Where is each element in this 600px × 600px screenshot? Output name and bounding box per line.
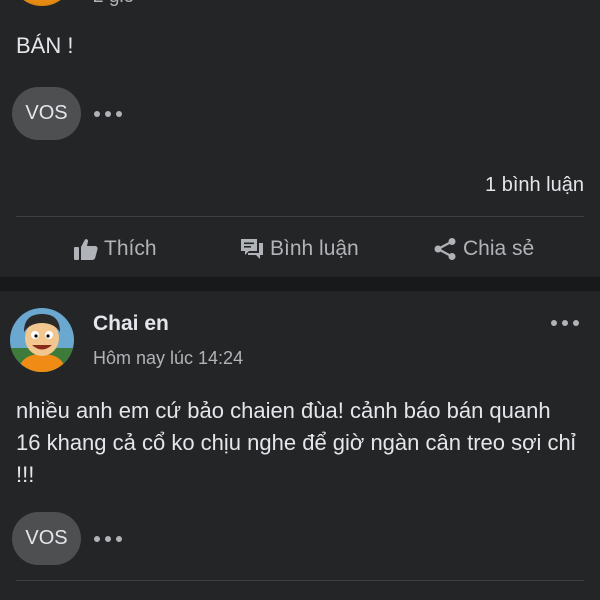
comment-button[interactable]: Bình luận bbox=[240, 228, 359, 270]
share-icon bbox=[433, 237, 457, 261]
action-bar: Thích Bình luận Chia sẻ bbox=[0, 228, 600, 270]
share-label: Chia sẻ bbox=[463, 237, 535, 260]
like-button[interactable]: Thích bbox=[74, 228, 157, 270]
post-timestamp[interactable]: Hôm nay lúc 14:24 bbox=[93, 348, 243, 369]
post-card: Chai en Hôm nay lúc 14:24 nhiều anh em c… bbox=[0, 291, 600, 600]
thumbs-up-icon bbox=[74, 238, 98, 260]
comment-icon bbox=[240, 238, 264, 260]
more-dots-icon[interactable] bbox=[551, 319, 579, 327]
post-separator bbox=[0, 277, 600, 291]
avatar[interactable] bbox=[10, 308, 74, 372]
avatar[interactable] bbox=[10, 0, 74, 6]
divider bbox=[16, 580, 584, 581]
comment-count[interactable]: 1 bình luận bbox=[485, 174, 584, 197]
more-dots-icon[interactable] bbox=[94, 535, 122, 543]
like-label: Thích bbox=[104, 237, 157, 260]
post-author[interactable]: Chai en bbox=[93, 312, 169, 336]
more-dots-icon[interactable] bbox=[94, 110, 122, 118]
post-text: BÁN ! bbox=[16, 33, 74, 58]
post-card: 2 giờ BÁN ! VOS 1 bình luận Thích bbox=[0, 0, 600, 277]
tag-pill-vos[interactable]: VOS bbox=[12, 87, 81, 140]
comment-label: Bình luận bbox=[270, 237, 359, 260]
post-text: nhiều anh em cứ bảo chaien đùa! cảnh báo… bbox=[16, 398, 582, 487]
share-button[interactable]: Chia sẻ bbox=[433, 228, 534, 270]
post-time: 2 giờ bbox=[93, 0, 136, 8]
divider bbox=[16, 216, 584, 217]
tag-pill-vos[interactable]: VOS bbox=[12, 512, 81, 565]
